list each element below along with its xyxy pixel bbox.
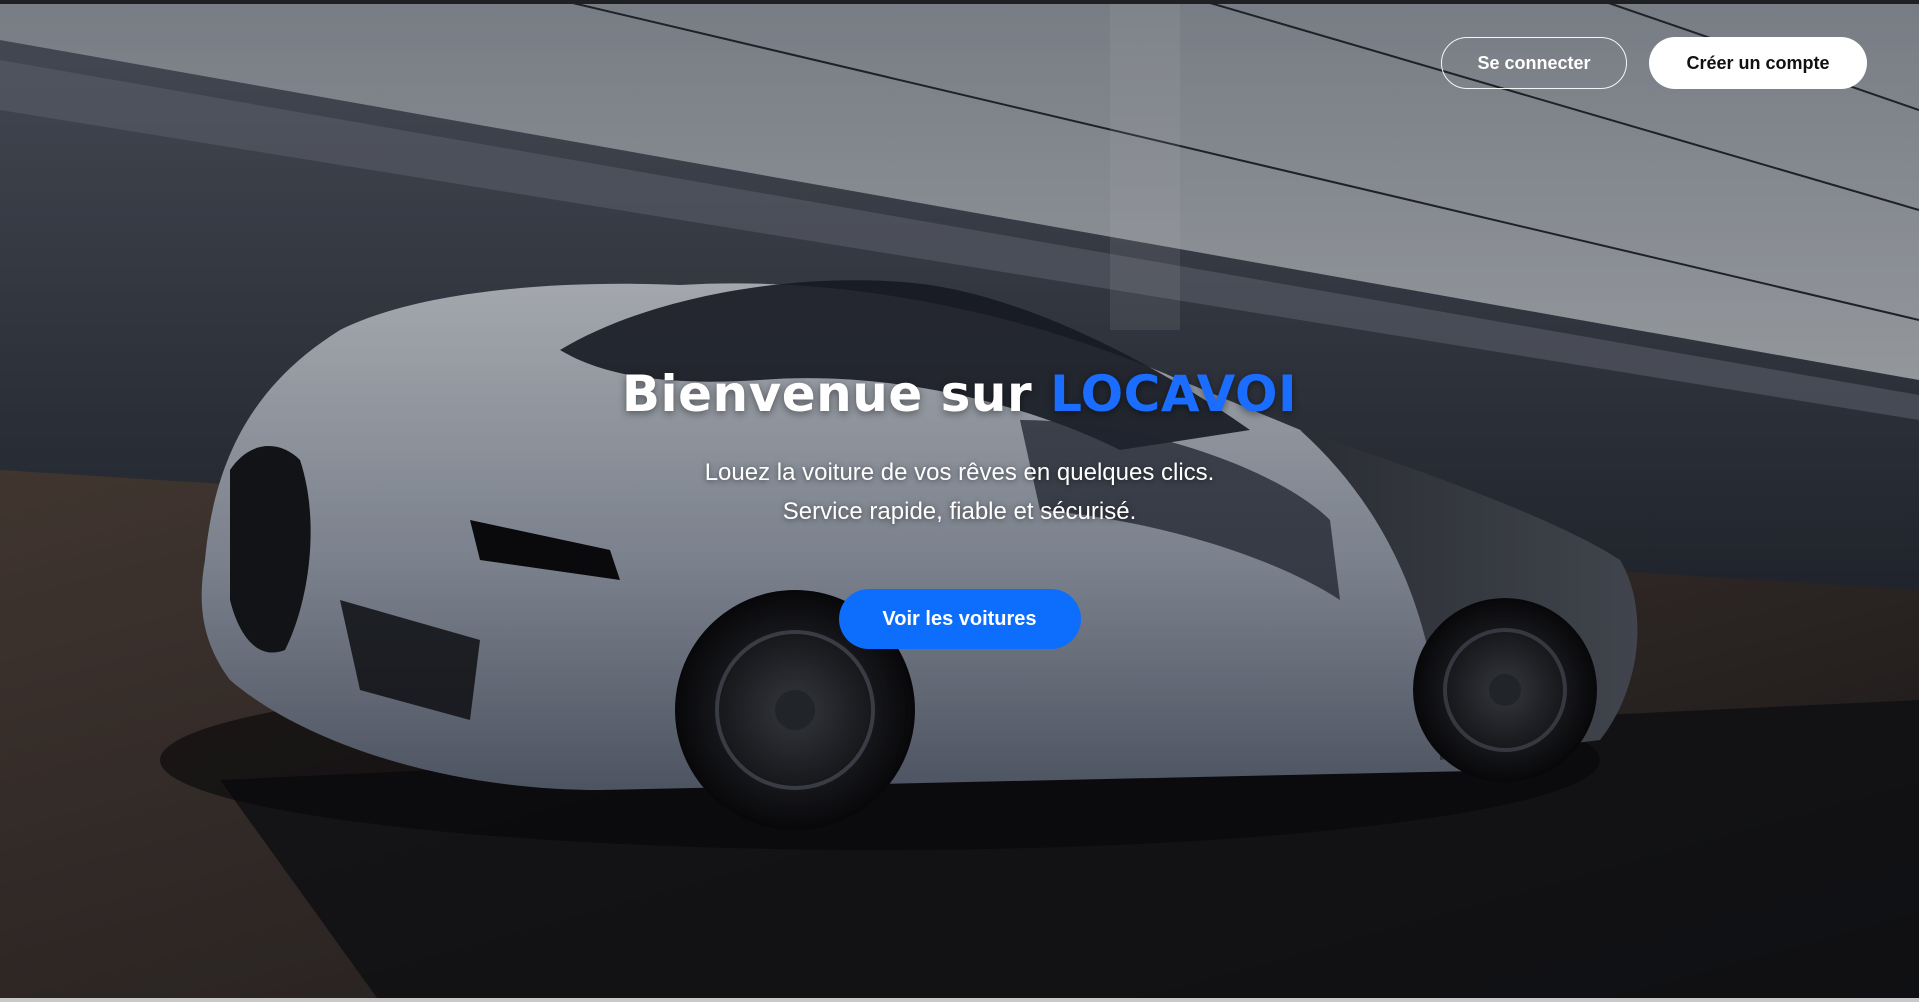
brand-name: LOCAVOI [1050, 365, 1298, 423]
hero-subtitle: Louez la voiture de vos rêves en quelque… [0, 453, 1919, 531]
window-top-border [0, 0, 1919, 4]
hero-title: Bienvenue sur LOCAVOI [0, 365, 1919, 423]
hero-title-prefix: Bienvenue sur [621, 365, 1051, 423]
header-nav: Se connecter Créer un compte [1441, 37, 1867, 89]
hero-subtitle-line-2: Service rapide, fiable et sécurisé. [782, 498, 1137, 525]
hero-section: Se connecter Créer un compte Bienvenue s… [0, 0, 1919, 1002]
login-button[interactable]: Se connecter [1441, 37, 1627, 89]
signup-button[interactable]: Créer un compte [1649, 37, 1867, 89]
hero-subtitle-line-1: Louez la voiture de vos rêves en quelque… [704, 459, 1215, 486]
window-bottom-border [0, 998, 1919, 1002]
hero-content: Bienvenue sur LOCAVOI Louez la voiture d… [0, 365, 1919, 649]
view-cars-button[interactable]: Voir les voitures [838, 589, 1081, 649]
